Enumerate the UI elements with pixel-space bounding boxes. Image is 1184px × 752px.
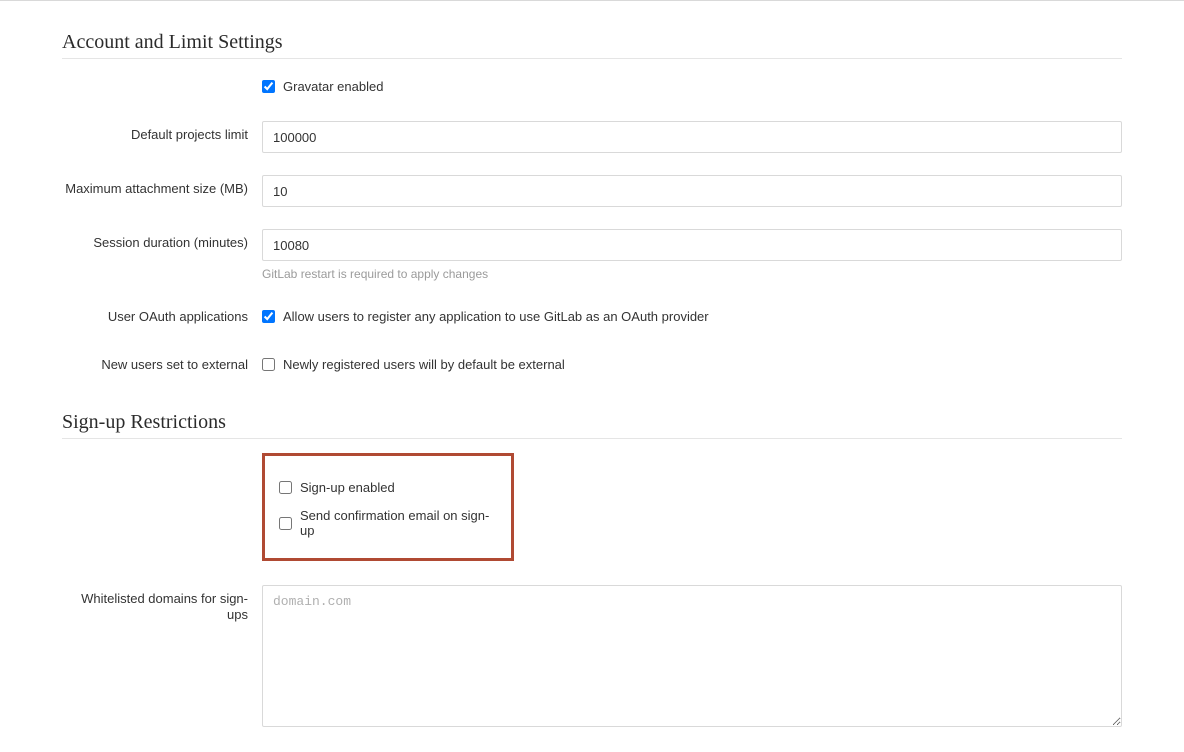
oauth-apps-checkbox[interactable]	[262, 310, 275, 323]
label-empty	[62, 453, 262, 459]
divider	[62, 58, 1122, 59]
session-duration-help: GitLab restart is required to apply chan…	[262, 267, 1122, 281]
label-new-users-external: New users set to external	[62, 351, 262, 373]
max-attachment-input[interactable]	[262, 175, 1122, 207]
send-confirmation-label: Send confirmation email on sign-up	[300, 508, 497, 538]
label-max-attachment: Maximum attachment size (MB)	[62, 175, 262, 197]
signup-enabled-checkbox[interactable]	[279, 481, 292, 494]
row-new-users-external: New users set to external Newly register…	[62, 351, 1122, 377]
session-duration-input[interactable]	[262, 229, 1122, 261]
new-users-external-checkbox[interactable]	[262, 358, 275, 371]
oauth-apps-checkbox-label: Allow users to register any application …	[283, 309, 709, 324]
divider	[62, 438, 1122, 439]
label-oauth-apps: User OAuth applications	[62, 303, 262, 325]
signup-enabled-label: Sign-up enabled	[300, 480, 395, 495]
row-gravatar: Gravatar enabled	[62, 73, 1122, 99]
row-max-attachment: Maximum attachment size (MB)	[62, 175, 1122, 207]
gravatar-label: Gravatar enabled	[283, 79, 383, 94]
highlight-box: Sign-up enabled Send confirmation email …	[262, 453, 514, 561]
row-projects-limit: Default projects limit	[62, 121, 1122, 153]
section-signup-title: Sign-up Restrictions	[62, 411, 1122, 434]
label-empty	[62, 73, 262, 79]
row-signup-options: Sign-up enabled Send confirmation email …	[62, 453, 1122, 579]
projects-limit-input[interactable]	[262, 121, 1122, 153]
send-confirmation-checkbox[interactable]	[279, 517, 292, 530]
section-account-title: Account and Limit Settings	[62, 31, 1122, 54]
gravatar-checkbox[interactable]	[262, 80, 275, 93]
new-users-external-checkbox-label: Newly registered users will by default b…	[283, 357, 565, 372]
label-session-duration: Session duration (minutes)	[62, 229, 262, 251]
row-session-duration: Session duration (minutes) GitLab restar…	[62, 229, 1122, 281]
label-projects-limit: Default projects limit	[62, 121, 262, 143]
row-oauth-apps: User OAuth applications Allow users to r…	[62, 303, 1122, 329]
whitelist-domains-textarea[interactable]	[262, 585, 1122, 727]
label-whitelist-domains: Whitelisted domains for sign-ups	[62, 585, 262, 623]
